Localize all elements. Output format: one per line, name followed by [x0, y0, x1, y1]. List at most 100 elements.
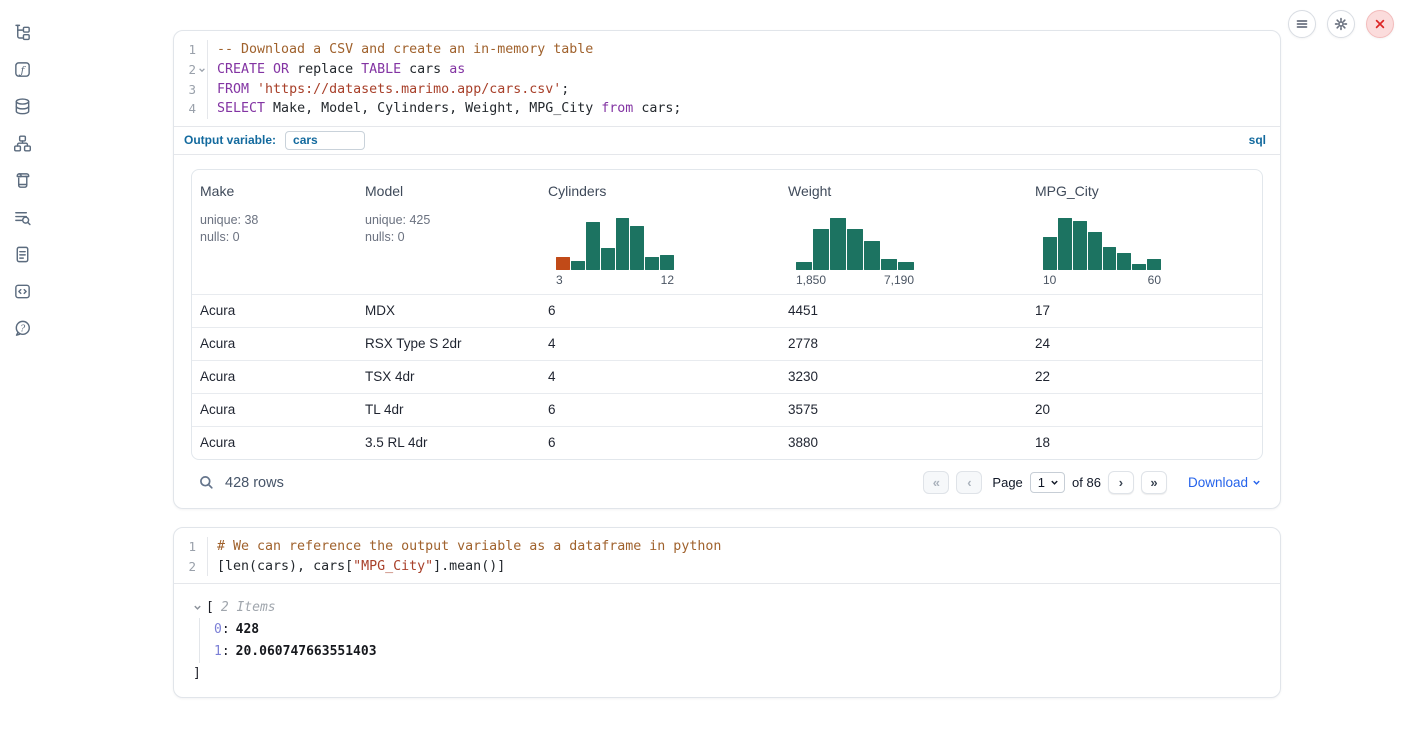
python-cell-output: [ 2 Items 0:4281:20.060747663551403 ] [174, 583, 1280, 697]
line-number: 4 [174, 101, 196, 116]
table-cell: 20 [1027, 402, 1262, 417]
histogram-bar [1043, 237, 1057, 270]
snippets-icon[interactable] [12, 281, 32, 301]
code-line[interactable]: 3FROM 'https://datasets.marimo.app/cars.… [174, 79, 1280, 99]
python-cell: 1# We can reference the output variable … [173, 527, 1281, 698]
column-title: Weight [788, 183, 1027, 199]
histogram-bar [1103, 247, 1117, 269]
column-stats: unique: 38nulls: 0 [200, 212, 357, 246]
code-text: CREATE OR replace TABLE cars as [207, 60, 465, 80]
output-variable-input[interactable] [285, 131, 365, 150]
line-number: 2 [174, 62, 196, 77]
code-text: # We can reference the output variable a… [207, 537, 721, 557]
code-line[interactable]: 2 [len(cars), cars["MPG_City"].mean()] [174, 556, 1280, 576]
column-histogram[interactable]: 1,8507,190 [796, 218, 914, 294]
table-row[interactable]: AcuraTL 4dr6357520 [192, 393, 1262, 426]
table-cell: 17 [1027, 303, 1262, 318]
column-header[interactable]: Make unique: 38nulls: 0 [192, 170, 357, 294]
histogram-bar [660, 255, 674, 270]
table-cell: 3.5 RL 4dr [357, 435, 540, 450]
line-number: 3 [174, 82, 196, 97]
table-cell: 3575 [780, 402, 1027, 417]
page-label: Page [992, 475, 1022, 490]
table-row[interactable]: AcuraMDX6445117 [192, 294, 1262, 327]
first-page-button[interactable]: « [923, 471, 949, 494]
table-cell: Acura [192, 402, 357, 417]
column-stats: unique: 425nulls: 0 [365, 212, 540, 246]
logs-icon[interactable] [12, 207, 32, 227]
column-histogram[interactable]: 1060 [1043, 218, 1161, 294]
column-header[interactable]: MPG_City 1060 [1027, 170, 1262, 294]
column-header[interactable]: Modelunique: 425nulls: 0 [357, 170, 540, 294]
chevron-down-icon [1252, 478, 1261, 487]
table-row[interactable]: AcuraRSX Type S 2dr4277824 [192, 327, 1262, 360]
line-number: 1 [174, 42, 196, 57]
histogram-bar [881, 259, 897, 269]
histogram-bar [796, 262, 812, 270]
shutdown-button[interactable] [1366, 10, 1394, 38]
table-cell: 4 [540, 336, 780, 351]
output-variable-row: Output variable: sql [174, 126, 1280, 154]
table-cell: 22 [1027, 369, 1262, 384]
column-title: Make [200, 183, 357, 199]
download-label: Download [1188, 475, 1248, 490]
next-page-button[interactable]: › [1108, 471, 1134, 494]
table-cell: 4 [540, 369, 780, 384]
scratchpad-icon[interactable] [12, 170, 32, 190]
open-bracket: [ [206, 600, 214, 615]
hamburger-menu-button[interactable] [1288, 10, 1316, 38]
pagination: « ‹ Page 1 of 86 › » Download [923, 471, 1261, 494]
close-bracket: ] [193, 663, 1280, 683]
column-header[interactable]: Cylinders 312 [540, 170, 780, 294]
variables-icon[interactable]: ƒ [12, 59, 32, 79]
collapse-chevron-icon[interactable] [193, 603, 206, 612]
code-line[interactable]: 2 CREATE OR replace TABLE cars as [174, 60, 1280, 80]
page-select[interactable]: 1 [1030, 472, 1065, 493]
fold-chevron-icon[interactable] [196, 66, 207, 74]
svg-text:ƒ: ƒ [18, 64, 26, 76]
prev-page-button[interactable]: ‹ [956, 471, 982, 494]
histogram-bar [601, 248, 615, 269]
documentation-icon[interactable] [12, 244, 32, 264]
column-title: MPG_City [1035, 183, 1262, 199]
table-cell: Acura [192, 369, 357, 384]
histogram-bar [847, 229, 863, 270]
code-line[interactable]: 4SELECT Make, Model, Cylinders, Weight, … [174, 99, 1280, 119]
settings-button[interactable] [1327, 10, 1355, 38]
histogram-bar [586, 222, 600, 270]
histogram-axis: 312 [556, 273, 674, 287]
code-line[interactable]: 1 -- Download a CSV and create an in-memo… [174, 40, 1280, 60]
help-icon[interactable]: ? [12, 318, 32, 338]
histogram-bar [1117, 253, 1131, 270]
histogram-bar [864, 241, 880, 270]
sql-cell-output: Make unique: 38nulls: 0Modelunique: 425nu… [174, 154, 1280, 508]
histogram-bar [556, 257, 570, 270]
row-count: 428 rows [225, 475, 284, 491]
table-row[interactable]: Acura3.5 RL 4dr6388018 [192, 426, 1262, 459]
last-page-button[interactable]: » [1141, 471, 1167, 494]
search-icon[interactable] [199, 475, 214, 490]
code-text: -- Download a CSV and create an in-memor… [207, 40, 593, 60]
code-line[interactable]: 1# We can reference the output variable … [174, 537, 1280, 557]
histogram-bar [898, 262, 914, 270]
python-code-editor[interactable]: 1# We can reference the output variable … [174, 528, 1280, 583]
column-header[interactable]: Weight 1,8507,190 [780, 170, 1027, 294]
column-title: Cylinders [548, 183, 780, 199]
dependency-graph-icon[interactable] [12, 133, 32, 153]
table-cell: Acura [192, 336, 357, 351]
table-cell: MDX [357, 303, 540, 318]
column-histogram[interactable]: 312 [556, 218, 674, 294]
page-select-value: 1 [1038, 475, 1045, 490]
code-text: [len(cars), cars["MPG_City"].mean()] [207, 556, 505, 576]
table-row[interactable]: AcuraTSX 4dr4323022 [192, 360, 1262, 393]
download-button[interactable]: Download [1188, 475, 1261, 490]
line-number: 2 [174, 559, 196, 574]
output-tree-body: 0:4281:20.060747663551403 [199, 618, 1280, 663]
table-footer: 428 rows « ‹ Page 1 of 86 › » Download [191, 460, 1263, 506]
data-sources-icon[interactable] [12, 96, 32, 116]
histogram-bar [630, 226, 644, 270]
file-explorer-icon[interactable] [12, 22, 32, 42]
sql-code-editor[interactable]: 1 -- Download a CSV and create an in-memo… [174, 31, 1280, 126]
table-cell: 6 [540, 303, 780, 318]
table-cell: 6 [540, 402, 780, 417]
